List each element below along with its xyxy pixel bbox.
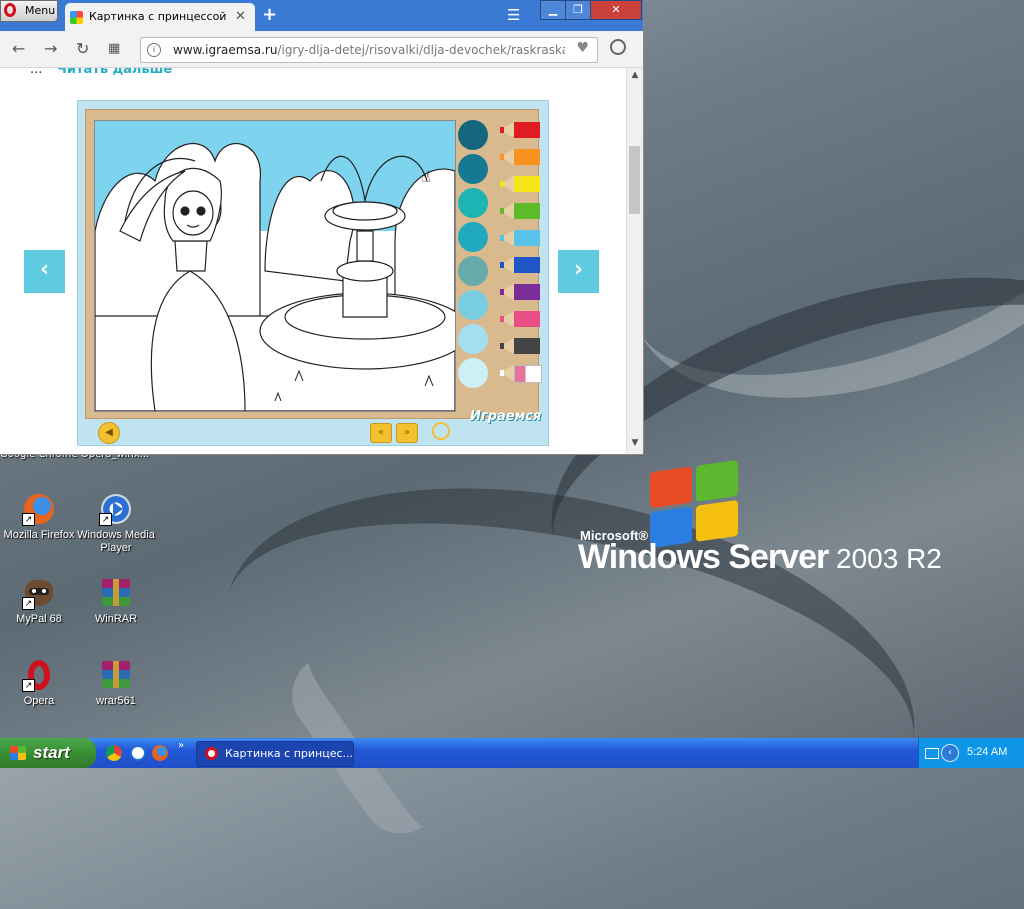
bookmark-heart-icon[interactable]: ♥: [576, 40, 589, 56]
forward-icon[interactable]: →: [44, 39, 57, 58]
palette-color-4[interactable]: [458, 222, 488, 252]
tab-title: Картинка с принцессой для: [89, 10, 229, 23]
desktop-icon-wrar561[interactable]: wrar561: [74, 658, 158, 708]
palette-color-6[interactable]: [458, 290, 488, 320]
desktop-icon-windows-media-player[interactable]: ↗ Windows Media Player: [74, 492, 158, 555]
vertical-scrollbar[interactable]: ▲ ▼: [626, 68, 643, 454]
princess-fountain-drawing: [95, 121, 455, 411]
minimize-button[interactable]: ▁: [540, 0, 566, 20]
browser-toolbar: ← → ↻ ▦ i www.igraemsa.ru/igry-dlja-dete…: [0, 31, 643, 68]
windows-flag-icon: [10, 746, 26, 760]
account-icon[interactable]: [610, 39, 626, 55]
palette-color-3[interactable]: [458, 188, 488, 218]
close-window-button[interactable]: ✕: [590, 0, 642, 20]
ie-quicklaunch-icon[interactable]: [130, 745, 146, 761]
scroll-down-icon[interactable]: ▼: [629, 438, 641, 450]
url-text[interactable]: www.igraemsa.ru/igry-dlja-detej/risovalk…: [173, 43, 565, 57]
redo-arrow-icon[interactable]: »: [396, 423, 418, 443]
coloring-game: ☝ ◀ « » Играемся: [77, 100, 549, 446]
address-bar[interactable]: i www.igraemsa.ru/igry-dlja-detej/risova…: [140, 37, 598, 63]
desktop-icon-mypal[interactable]: ↗ MyPal 68: [0, 576, 81, 626]
back-icon[interactable]: ←: [12, 39, 25, 58]
eraser-pencil[interactable]: [500, 363, 542, 383]
page-content: ... Читать дальше ‹ › ☝ ◀ « » Играемся: [0, 68, 626, 454]
new-tab-button[interactable]: +: [262, 4, 277, 25]
article-text-cut: ... Читать дальше: [30, 68, 172, 77]
clock[interactable]: 5:24 AM: [967, 746, 1007, 758]
windows-server-logo: Microsoft® Windows Server 2003 R2: [578, 459, 978, 582]
igraemsa-brand-logo: Играемся: [470, 409, 542, 424]
speed-dial-grid-icon[interactable]: ▦: [108, 41, 120, 56]
read-more-link[interactable]: Читать дальше: [56, 68, 172, 77]
coloring-canvas[interactable]: ☝: [94, 120, 456, 412]
sound-toggle-icon[interactable]: ◀: [98, 422, 120, 444]
prev-game-button[interactable]: ‹: [24, 250, 65, 293]
chrome-quicklaunch-icon[interactable]: [106, 745, 122, 761]
site-info-icon[interactable]: i: [147, 43, 161, 57]
pencil-9[interactable]: [500, 336, 540, 356]
reload-icon[interactable]: ↻: [76, 39, 89, 58]
firefox-icon: ↗: [22, 492, 56, 526]
tab-menu-icon[interactable]: ☰: [507, 6, 520, 24]
site-favicon-icon: [70, 11, 83, 24]
opera-icon: [205, 747, 218, 760]
pencil-1[interactable]: [500, 120, 540, 140]
palette-color-1[interactable]: [458, 120, 488, 150]
scroll-up-icon[interactable]: ▲: [629, 70, 641, 82]
game-frame: ☝: [85, 109, 542, 419]
keyboard-icon[interactable]: [925, 748, 939, 759]
palette-color-5[interactable]: [458, 256, 488, 286]
pencil-8[interactable]: [500, 309, 540, 329]
pencil-5[interactable]: [500, 228, 540, 248]
maximize-button[interactable]: ❐: [565, 0, 591, 20]
winrar-installer-icon: [99, 658, 133, 692]
palette-color-7[interactable]: [458, 324, 488, 354]
logo-windows-text: Windows Server 2003 R2: [578, 538, 942, 576]
opera-menu-button[interactable]: Menu: [0, 0, 58, 22]
tab-active[interactable]: Картинка с принцессой для ✕: [65, 3, 255, 31]
opera-browser-window: Menu Картинка с принцессой для ✕ + ☰ ▁ ❐…: [0, 0, 644, 455]
desktop-icon-firefox[interactable]: ↗ Mozilla Firefox: [0, 492, 81, 542]
show-hidden-icons-icon[interactable]: ‹: [941, 744, 959, 762]
pencil-2[interactable]: [500, 147, 540, 167]
mypal-raccoon-icon: ↗: [22, 576, 56, 610]
pencil-3[interactable]: [500, 174, 540, 194]
logo-version-text: 2003 R2: [836, 543, 942, 574]
tab-bar: Menu Картинка с принцессой для ✕ + ☰ ▁ ❐…: [0, 0, 643, 31]
pencil-6[interactable]: [500, 255, 540, 275]
start-button[interactable]: start: [0, 738, 96, 768]
quicklaunch-more-icon[interactable]: »: [178, 740, 184, 751]
undo-arrow-icon[interactable]: «: [370, 423, 392, 443]
opera-logo-icon: [4, 3, 16, 17]
taskbar: start » Картинка с принцес... ‹ 5:24 AM: [0, 738, 1024, 768]
palette-color-2[interactable]: [458, 154, 488, 184]
pencil-4[interactable]: [500, 201, 540, 221]
scrollbar-thumb[interactable]: [629, 146, 640, 214]
opera-icon: ↗: [22, 658, 56, 692]
pencil-7[interactable]: [500, 282, 540, 302]
desktop-icon-winrar[interactable]: WinRAR: [74, 576, 158, 626]
hand-cursor-icon: ☝: [421, 167, 431, 186]
next-game-button[interactable]: ›: [558, 250, 599, 293]
winrar-icon: [99, 576, 133, 610]
media-player-icon: ↗: [99, 492, 133, 526]
taskbar-item-opera[interactable]: Картинка с принцес...: [196, 741, 354, 767]
firefox-quicklaunch-icon[interactable]: [152, 745, 168, 761]
palette-color-8[interactable]: [458, 358, 488, 388]
reset-circle-icon[interactable]: [432, 422, 450, 440]
desktop-icon-opera[interactable]: ↗ Opera: [0, 658, 81, 708]
system-tray: ‹ 5:24 AM: [918, 738, 1024, 768]
game-control-bar: ◀ « » Играемся: [78, 409, 548, 445]
close-tab-icon[interactable]: ✕: [235, 9, 246, 24]
